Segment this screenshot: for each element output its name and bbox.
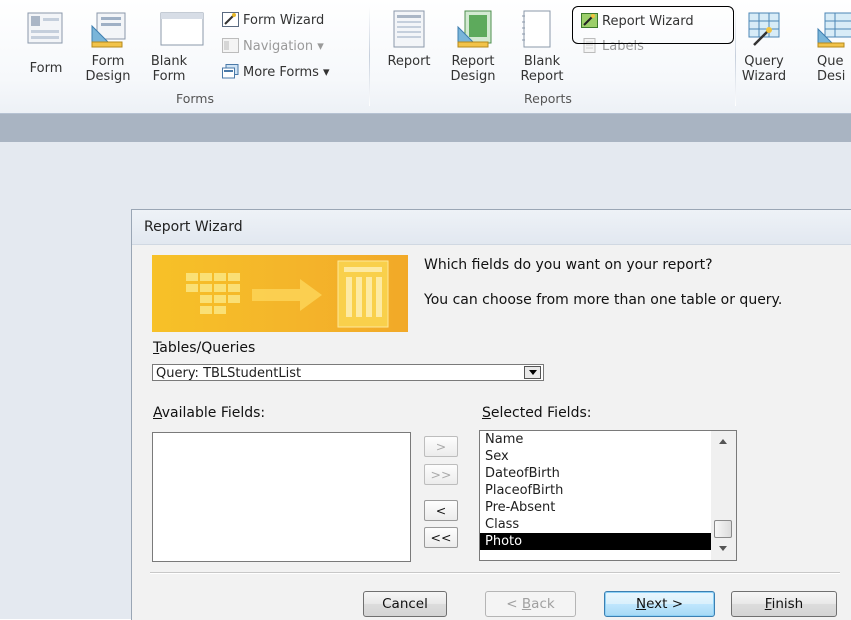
blank-form-button[interactable]: Blank Form [140, 4, 204, 92]
selected-accel: S [482, 405, 491, 421]
report-wizard-dialog: Report Wizard Which fields do you want o… [131, 209, 851, 620]
blank-form-icon [160, 12, 204, 46]
finish-accel: F [764, 596, 772, 612]
available-fields-label: Available Fields: [153, 405, 265, 421]
add-all-fields-button[interactable]: >> [424, 464, 458, 485]
form-wizard-label: Form Wizard [243, 13, 325, 28]
next-button[interactable]: Next > [604, 591, 715, 617]
list-item[interactable]: PlaceofBirth [483, 482, 711, 499]
form-wizard-icon [222, 12, 239, 27]
more-forms-label: More Forms ▾ [243, 65, 330, 80]
tables-queries-label: Tables/Queries [153, 340, 255, 356]
query-wizard-label: Query Wizard [741, 54, 787, 84]
form-design-button[interactable]: Form Design [79, 4, 137, 92]
query-combo-value: Query: TBLStudentList [156, 366, 302, 381]
report-design-button[interactable]: Report Design [443, 4, 503, 92]
available-label-rest: vailable Fields: [161, 405, 266, 421]
dialog-title: Report Wizard [144, 219, 243, 235]
query-design-button[interactable]: Que Desi [800, 4, 851, 92]
form-icon [27, 12, 63, 44]
report-design-label: Report Design [450, 54, 496, 84]
back-rest: ack [531, 596, 555, 612]
finish-rest: inish [771, 596, 804, 612]
selected-fields-scrollbar[interactable] [711, 431, 736, 560]
group-separator [369, 6, 370, 106]
form-design-icon [91, 12, 126, 48]
more-forms-icon [222, 64, 239, 79]
dialog-divider [150, 572, 840, 574]
back-accel: B [521, 596, 532, 612]
navigation-icon [222, 38, 239, 53]
blank-report-label: Blank Report [520, 54, 564, 84]
list-item-selected[interactable]: Photo [480, 533, 714, 550]
query-wizard-button[interactable]: Query Wizard [736, 4, 792, 92]
navigation-label: Navigation ▾ [243, 39, 324, 54]
list-item[interactable]: Name [483, 431, 711, 448]
selected-label-rest: elected Fields: [490, 405, 592, 421]
scroll-down-icon[interactable] [719, 546, 727, 551]
report-button[interactable]: Report [383, 4, 435, 92]
back-button[interactable]: < Back [485, 591, 576, 617]
list-item[interactable]: Class [483, 516, 711, 533]
dialog-body: Which fields do you want on your report?… [132, 245, 851, 620]
more-forms-button[interactable]: More Forms ▾ [222, 63, 330, 83]
tables-label-rest: ables/Queries [159, 340, 256, 356]
add-field-button[interactable]: > [424, 436, 458, 457]
next-accel: N [635, 596, 647, 612]
list-item[interactable]: Sex [483, 448, 711, 465]
scroll-up-icon[interactable] [719, 439, 727, 444]
ribbon: Form Form Design Blank Form Form Wizard … [0, 0, 851, 114]
blank-report-button[interactable]: Blank Report [513, 4, 571, 92]
form-wizard-button[interactable]: Form Wizard [222, 11, 324, 31]
wizard-question: Which fields do you want on your report? [424, 257, 713, 273]
form-label: Form [29, 61, 63, 76]
wizard-hint: You can choose from more than one table … [424, 292, 783, 308]
finish-button[interactable]: Finish [731, 591, 837, 617]
wizard-banner-image [152, 255, 408, 332]
form-design-label: Form Design [85, 54, 131, 84]
reports-group-label: Reports [524, 91, 572, 106]
tables-queries-combo[interactable]: Query: TBLStudentList [152, 364, 544, 381]
selected-fields-label: Selected Fields: [482, 405, 591, 421]
query-wizard-icon [748, 12, 780, 46]
remove-field-button[interactable]: < [424, 500, 458, 521]
selected-fields-list[interactable]: Name Sex DateofBirth PlaceofBirth Pre-Ab… [479, 430, 737, 561]
wizard-illustration-icon [186, 260, 389, 328]
cancel-button[interactable]: Cancel [363, 591, 447, 617]
list-item[interactable]: Pre-Absent [483, 499, 711, 516]
blank-report-icon [522, 10, 551, 48]
report-wizard-highlight [572, 6, 734, 44]
query-design-label: Que Desi [817, 54, 846, 84]
back-prefix: < [506, 596, 522, 612]
report-design-icon [457, 10, 492, 48]
remove-all-fields-button[interactable]: << [424, 527, 458, 548]
next-rest: ext > [646, 596, 684, 612]
blank-form-label: Blank Form [150, 54, 188, 84]
list-item[interactable]: DateofBirth [483, 465, 711, 482]
forms-group-label: Forms [176, 91, 215, 106]
query-design-icon [817, 12, 851, 48]
report-icon [393, 10, 425, 48]
tab-strip [0, 114, 851, 142]
navigation-button[interactable]: Navigation ▾ [222, 37, 324, 57]
chevron-down-icon[interactable] [524, 366, 541, 379]
form-button[interactable]: Form [22, 4, 70, 92]
dialog-title-bar[interactable]: Report Wizard [132, 210, 851, 245]
report-label: Report [387, 54, 431, 69]
available-fields-list[interactable] [152, 432, 411, 562]
scroll-thumb[interactable] [714, 520, 732, 538]
available-accel: A [153, 405, 162, 421]
